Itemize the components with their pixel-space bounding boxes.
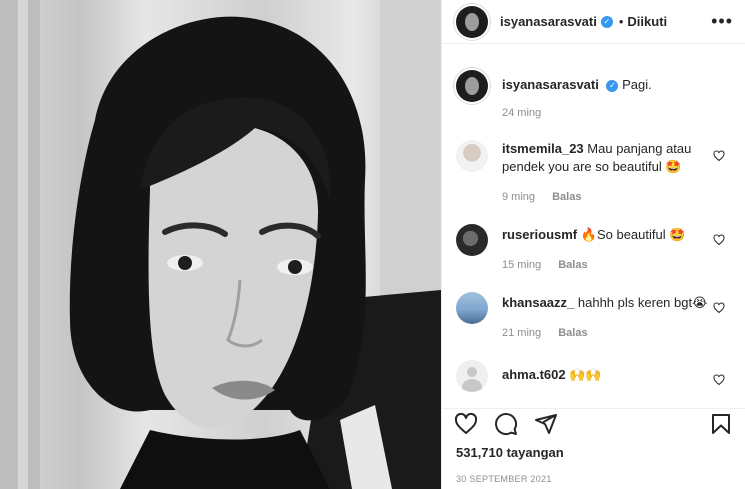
verified-badge-icon: ✓ (600, 15, 613, 28)
commenter-username[interactable]: itsmemila_23 (502, 141, 584, 156)
commenter-username[interactable]: ruseriousmf (502, 227, 577, 242)
reply-button[interactable]: Balas (558, 259, 587, 271)
commenter-avatar[interactable] (456, 360, 488, 392)
like-heart-icon[interactable] (454, 412, 478, 436)
commenter-avatar[interactable] (456, 140, 488, 172)
comment-item: ahma.t602 🙌🙌 (456, 360, 733, 392)
comment-text: 🔥So beautiful 🤩 (580, 227, 686, 242)
reply-button[interactable]: Balas (558, 327, 587, 339)
comment-time[interactable]: 15 ming (502, 259, 541, 271)
reply-button[interactable]: Balas (552, 191, 581, 203)
commenter-username[interactable]: khansaazz_ (502, 295, 574, 310)
comments-list[interactable]: isyanasarasvati ✓ Pagi. 24 ming itsmemil… (442, 58, 745, 398)
post-header: isyanasarasvati ✓ • Diikuti ••• (442, 0, 745, 44)
save-bookmark-icon[interactable] (709, 412, 733, 436)
comment-time[interactable]: 21 ming (502, 327, 541, 339)
comment-item: khansaazz_ hahhh pls keren bgt😭 21 ming … (456, 292, 733, 342)
comment-text: 🙌🙌 (569, 367, 602, 382)
author-username[interactable]: isyanasarasvati (500, 14, 597, 29)
caption-username[interactable]: isyanasarasvati (502, 77, 599, 92)
commenter-username[interactable]: ahma.t602 (502, 367, 566, 382)
caption-time[interactable]: 24 ming (502, 107, 541, 119)
post-date[interactable]: 30 SEPTEMBER 2021 (456, 474, 552, 484)
comment-time[interactable]: 9 ming (502, 191, 535, 203)
following-button[interactable]: Diikuti (627, 14, 667, 29)
comment-text: hahhh pls keren bgt😭 (577, 295, 708, 310)
post-image[interactable] (0, 0, 441, 489)
comment-item: itsmemila_23 Mau panjang atau pendek you… (456, 140, 733, 206)
verified-badge-icon: ✓ (606, 79, 619, 92)
views-count[interactable]: 531,710 tayangan (456, 445, 564, 460)
caption-row: isyanasarasvati ✓ Pagi. 24 ming (456, 70, 733, 122)
like-comment-heart-icon[interactable] (713, 302, 725, 314)
commenter-avatar[interactable] (456, 292, 488, 324)
comment-bubble-icon[interactable] (494, 412, 518, 436)
caption-author-avatar[interactable] (456, 70, 488, 102)
share-paper-plane-icon[interactable] (534, 412, 558, 436)
comment-item: ruseriousmf 🔥So beautiful 🤩 15 ming Bala… (456, 224, 733, 274)
like-comment-heart-icon[interactable] (713, 234, 725, 246)
post-sidebar: isyanasarasvati ✓ • Diikuti ••• isyanasa… (441, 0, 745, 489)
commenter-avatar[interactable] (456, 224, 488, 256)
like-comment-heart-icon[interactable] (713, 374, 725, 386)
more-options-icon[interactable]: ••• (711, 11, 733, 32)
like-comment-heart-icon[interactable] (713, 150, 725, 162)
caption-text: Pagi. (622, 77, 652, 92)
separator-dot: • (618, 14, 624, 29)
post-actions-bar (442, 408, 745, 438)
author-avatar[interactable] (456, 5, 488, 38)
portrait-illustration (0, 0, 441, 489)
